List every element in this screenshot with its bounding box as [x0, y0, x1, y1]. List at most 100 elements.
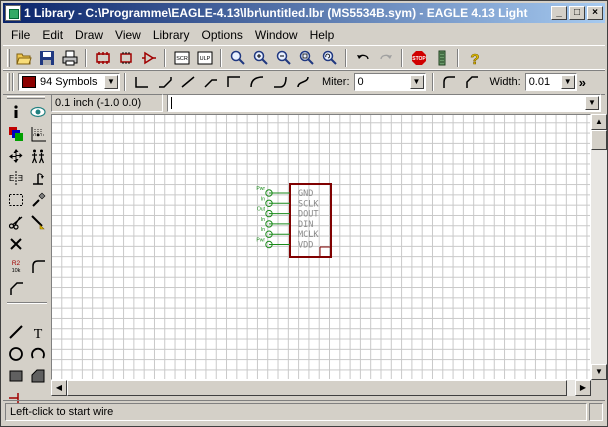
zoom-out-icon[interactable] — [272, 47, 295, 69]
miter-round-icon[interactable] — [438, 71, 461, 93]
copy-icon[interactable] — [27, 145, 49, 167]
chevron-down-icon[interactable]: ▼ — [104, 75, 118, 89]
wire-bend-0-icon[interactable] — [130, 71, 153, 93]
title-bar[interactable]: 1 Library - C:\Programme\EAGLE-4.13\lbr\… — [3, 3, 605, 23]
wire-bend-6-icon[interactable] — [268, 71, 291, 93]
stop-icon[interactable]: STOP — [407, 47, 430, 69]
mark-icon[interactable] — [27, 123, 49, 145]
toolbar-grip[interactable] — [7, 96, 45, 99]
zoom-redraw-icon[interactable] — [318, 47, 341, 69]
smash-icon[interactable] — [5, 277, 27, 299]
change-icon[interactable] — [27, 189, 49, 211]
vertical-scrollbar[interactable]: ▲ ▼ — [591, 114, 607, 380]
layer-color-swatch — [22, 76, 36, 88]
grid-canvas[interactable]: Pwr GND In SCLK Out DOUT In DIN In MCLK Pwr VDD — [52, 115, 590, 379]
script-icon[interactable]: SCR — [170, 47, 193, 69]
command-input[interactable]: ▼ — [167, 94, 601, 112]
miter-straight-icon[interactable] — [461, 71, 484, 93]
save-icon[interactable] — [35, 47, 58, 69]
board-icon[interactable] — [91, 47, 114, 69]
symbol-drawing: Pwr GND In SCLK Out DOUT In DIN In MCLK Pwr VDD — [256, 183, 332, 258]
print-icon[interactable] — [58, 47, 81, 69]
text-label: T — [34, 327, 43, 340]
go-icon[interactable] — [430, 47, 453, 69]
chevron-down-icon[interactable]: ▼ — [409, 75, 424, 89]
toolbar-separator — [12, 73, 14, 91]
rect-icon[interactable] — [5, 365, 27, 387]
mirror-icon[interactable]: EE — [5, 167, 27, 189]
menu-help[interactable]: Help — [304, 28, 341, 42]
info-icon[interactable] — [5, 101, 27, 123]
rotate-icon[interactable] — [27, 167, 49, 189]
miter-icon[interactable] — [27, 255, 49, 277]
command-toolbar: EE R2 10k T — [3, 93, 49, 403]
status-bar: Left-click to start wire — [3, 400, 605, 422]
vertical-scroll-thumb[interactable] — [591, 130, 607, 150]
undo-icon[interactable] — [351, 47, 374, 69]
display-icon[interactable] — [27, 101, 49, 123]
name-icon[interactable]: R2 10k — [5, 255, 27, 277]
menu-file[interactable]: File — [3, 28, 36, 42]
menu-draw[interactable]: Draw — [69, 28, 109, 42]
zoom-in-icon[interactable] — [249, 47, 272, 69]
wire-bend-1-icon[interactable] — [153, 71, 176, 93]
chevron-down-icon[interactable]: ▼ — [560, 75, 575, 89]
text-icon[interactable]: T — [27, 321, 49, 343]
maximize-button[interactable]: □ — [569, 6, 585, 20]
add-icon — [27, 233, 49, 255]
menu-view[interactable]: View — [109, 28, 147, 42]
open-icon[interactable] — [12, 47, 35, 69]
wire-icon[interactable] — [5, 321, 27, 343]
menu-library[interactable]: Library — [147, 28, 196, 42]
svg-text:E: E — [18, 174, 23, 183]
scroll-left-button[interactable]: ◀ — [51, 380, 67, 396]
layer-icon[interactable] — [5, 123, 27, 145]
wire-bend-4-icon[interactable] — [222, 71, 245, 93]
close-button[interactable]: × — [587, 6, 603, 20]
window-title: 1 Library - C:\Programme\EAGLE-4.13\lbr\… — [24, 6, 528, 20]
toolbar-overflow-button[interactable]: » — [579, 75, 586, 90]
cut-icon[interactable] — [5, 211, 27, 233]
resize-grip[interactable] — [589, 402, 603, 421]
circle-icon[interactable] — [5, 343, 27, 365]
status-message: Left-click to start wire — [5, 402, 587, 421]
drawing-area[interactable]: Pwr GND In SCLK Out DOUT In DIN In MCLK Pwr VDD — [51, 114, 591, 380]
move-icon[interactable] — [5, 145, 27, 167]
minimize-button[interactable]: _ — [551, 6, 567, 20]
ulp-icon[interactable]: ULP — [193, 47, 216, 69]
toolbar-separator — [401, 49, 403, 67]
wire-bend-7-icon[interactable] — [291, 71, 314, 93]
menu-edit[interactable]: Edit — [36, 28, 69, 42]
help-icon[interactable]: ? — [463, 47, 486, 69]
scroll-right-button[interactable]: ▶ — [575, 380, 591, 396]
wire-bend-5-icon[interactable] — [245, 71, 268, 93]
group-icon[interactable] — [5, 189, 27, 211]
stop-label: STOP — [412, 56, 426, 62]
redo-icon[interactable] — [374, 47, 397, 69]
horizontal-scrollbar[interactable]: ◀ ▶ — [51, 380, 591, 396]
schematic-icon[interactable] — [114, 47, 137, 69]
toolbar-separator — [164, 49, 166, 67]
horizontal-scroll-thumb[interactable] — [67, 380, 567, 396]
wire-bend-3-icon[interactable] — [199, 71, 222, 93]
menu-options[interactable]: Options — [196, 28, 249, 42]
zoom-fit-icon[interactable] — [226, 47, 249, 69]
menu-window[interactable]: Window — [249, 28, 304, 42]
symbol-icon[interactable] — [137, 47, 160, 69]
wire-bend-2-icon[interactable] — [176, 71, 199, 93]
chevron-down-icon[interactable]: ▼ — [585, 96, 599, 110]
app-icon[interactable] — [5, 5, 21, 21]
toolbar-grip[interactable] — [7, 49, 10, 67]
scroll-up-button[interactable]: ▲ — [591, 114, 607, 130]
toolbar-separator — [5, 299, 49, 307]
paste-icon[interactable] — [27, 211, 49, 233]
zoom-select-icon[interactable] — [295, 47, 318, 69]
layer-select[interactable]: 94 Symbols ▼ — [18, 73, 120, 91]
width-select[interactable]: 0.01 ▼ — [524, 73, 577, 91]
arc-icon[interactable] — [27, 343, 49, 365]
toolbar-grip[interactable] — [7, 73, 10, 91]
polygon-icon[interactable] — [27, 365, 49, 387]
scroll-down-button[interactable]: ▼ — [591, 364, 607, 380]
delete-icon[interactable] — [5, 233, 27, 255]
miter-select[interactable]: 0 ▼ — [353, 73, 426, 91]
